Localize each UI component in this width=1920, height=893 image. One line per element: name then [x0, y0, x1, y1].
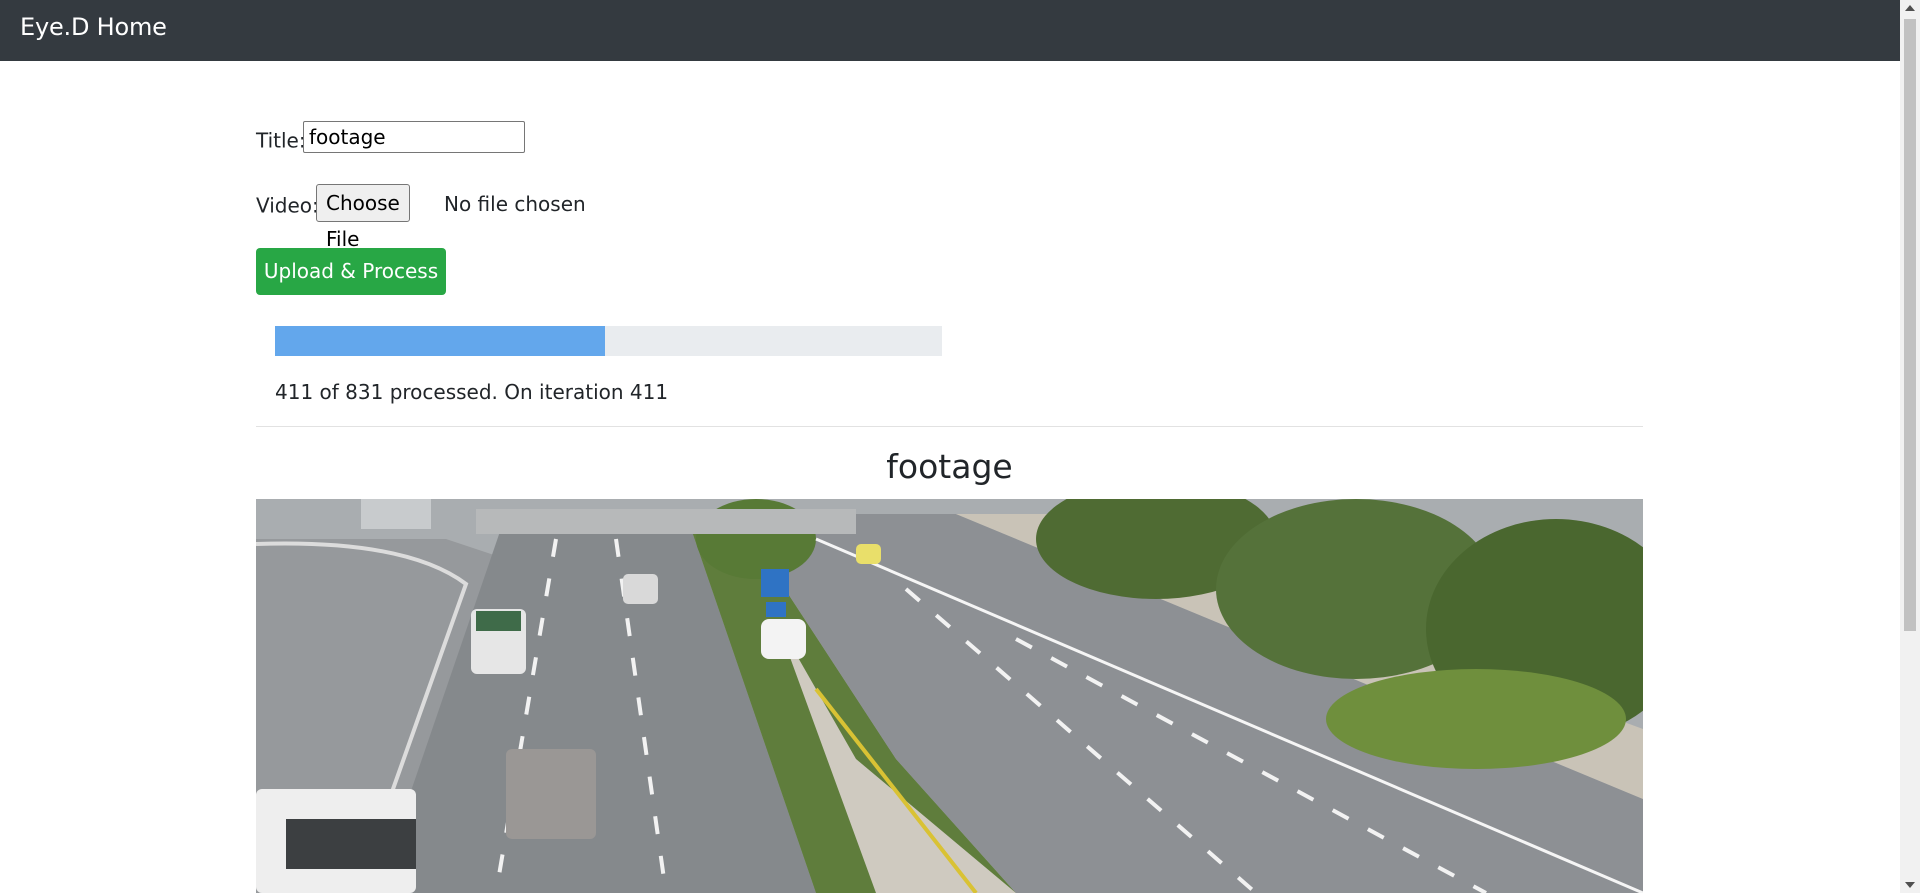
- progress-bar: [275, 326, 942, 356]
- video-row: Video: Choose File No file chosen: [256, 184, 586, 251]
- page-scrollbar[interactable]: [1900, 0, 1920, 893]
- choose-file-button[interactable]: Choose File: [316, 184, 410, 251]
- navbar: Eye.D Home: [0, 0, 1900, 61]
- scrollbar-thumb[interactable]: [1904, 19, 1916, 631]
- divider: [256, 426, 1643, 427]
- title-input[interactable]: [303, 121, 525, 153]
- video-title: footage: [886, 447, 1013, 486]
- file-status: No file chosen: [444, 192, 586, 216]
- title-row: Title:: [256, 121, 525, 153]
- video-frame[interactable]: [256, 499, 1643, 893]
- scroll-down-arrow-icon[interactable]: [1905, 882, 1915, 888]
- upload-process-button[interactable]: Upload & Process: [256, 248, 446, 295]
- page: Eye.D Home Title: Video: Choose File No …: [0, 0, 1920, 893]
- progress-status-text: 411 of 831 processed. On iteration 411: [275, 380, 669, 404]
- navbar-brand[interactable]: Eye.D Home: [20, 13, 167, 41]
- progress-bar-fill: [275, 326, 606, 356]
- scroll-up-arrow-icon[interactable]: [1905, 5, 1915, 11]
- traffic-scene-image: [256, 499, 1643, 893]
- title-label: Title:: [256, 128, 306, 153]
- video-label: Video:: [256, 193, 319, 218]
